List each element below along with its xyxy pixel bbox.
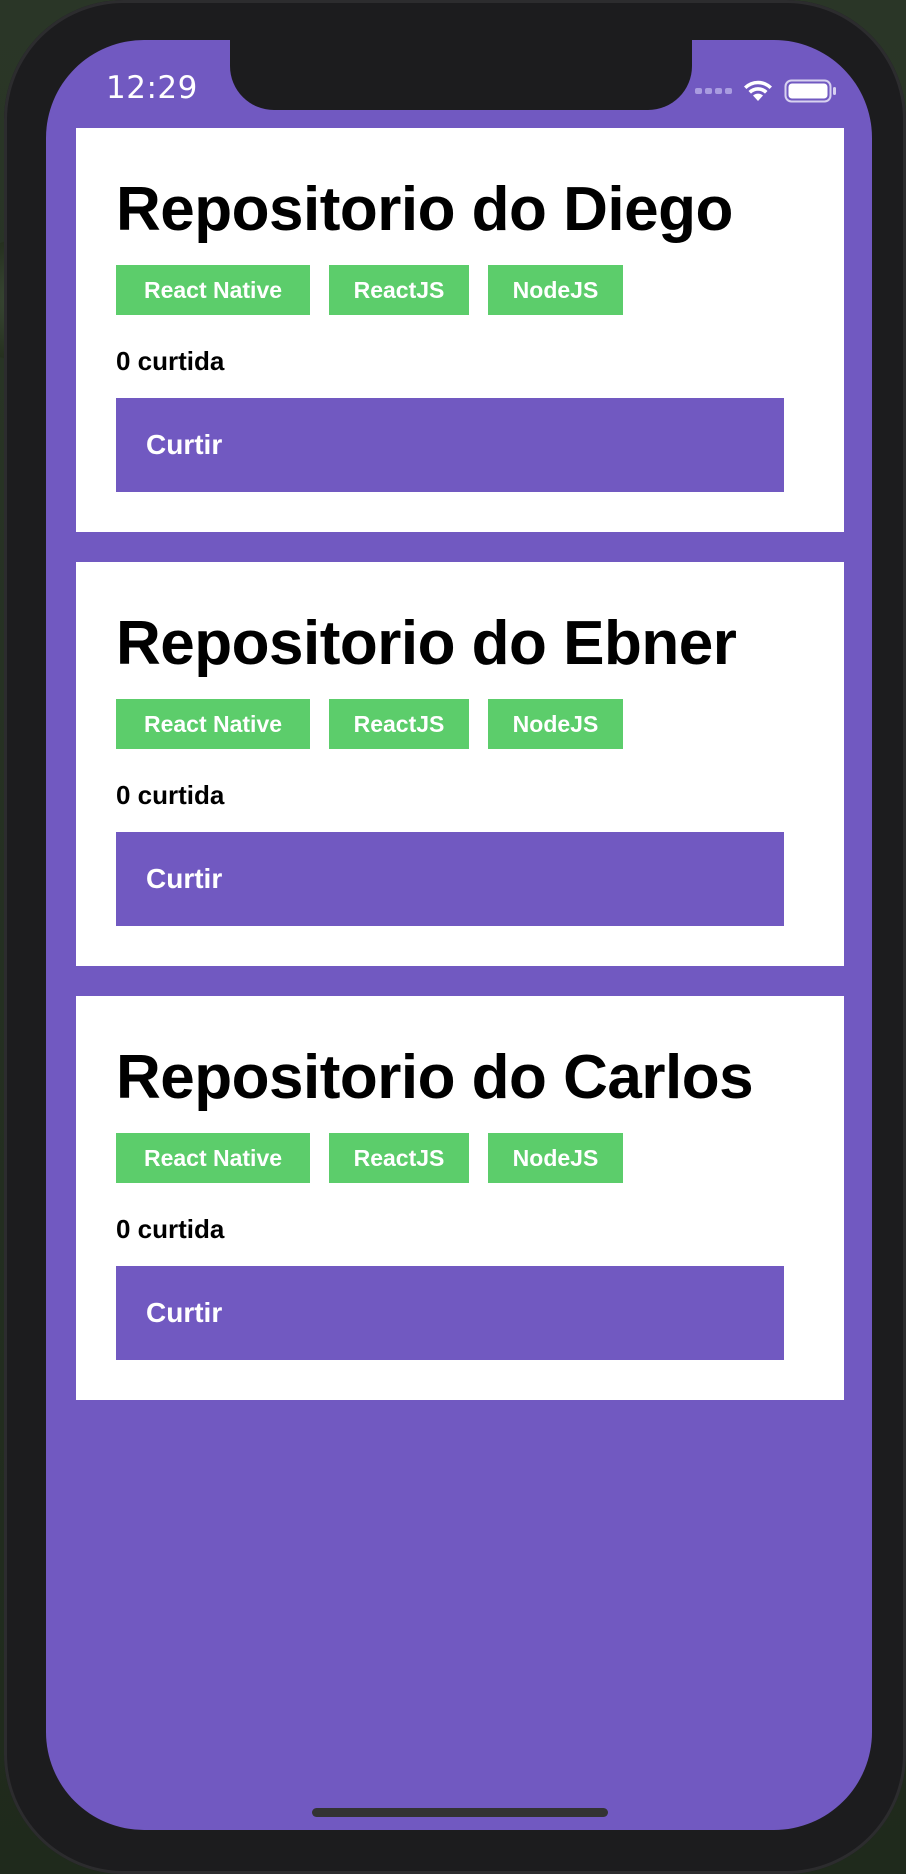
repository-card: Repositorio do Ebner React Native ReactJ… bbox=[76, 562, 844, 966]
tech-badge: ReactJS bbox=[329, 265, 469, 315]
like-button[interactable]: Curtir bbox=[116, 832, 784, 926]
like-button[interactable]: Curtir bbox=[116, 1266, 784, 1360]
tech-list: React Native ReactJS NodeJS bbox=[116, 265, 623, 315]
tech-badge: React Native bbox=[116, 699, 310, 749]
repository-title: Repositorio do Ebner bbox=[116, 609, 737, 678]
status-icons bbox=[695, 76, 838, 106]
like-button[interactable]: Curtir bbox=[116, 398, 784, 492]
phone-frame: 12:29 Repositorio do Diego React Native … bbox=[4, 0, 906, 1874]
status-time: 12:29 bbox=[106, 70, 198, 106]
repository-card: Repositorio do Diego React Native ReactJ… bbox=[76, 128, 844, 532]
tech-badge: React Native bbox=[116, 1133, 310, 1183]
home-indicator[interactable] bbox=[312, 1808, 608, 1817]
tech-badge: NodeJS bbox=[488, 1133, 623, 1183]
repository-card: Repositorio do Carlos React Native React… bbox=[76, 996, 844, 1400]
battery-icon bbox=[784, 79, 836, 103]
tech-list: React Native ReactJS NodeJS bbox=[116, 699, 623, 749]
repository-title: Repositorio do Carlos bbox=[116, 1043, 754, 1112]
tech-badge: React Native bbox=[116, 265, 310, 315]
cellular-signal-icon bbox=[695, 88, 732, 94]
likes-count: 0 curtida bbox=[116, 346, 225, 376]
likes-count: 0 curtida bbox=[116, 780, 225, 810]
repository-title: Repositorio do Diego bbox=[116, 175, 733, 244]
tech-badge: ReactJS bbox=[329, 699, 469, 749]
tech-badge: NodeJS bbox=[488, 699, 623, 749]
wifi-icon bbox=[744, 80, 772, 101]
tech-list: React Native ReactJS NodeJS bbox=[116, 1133, 623, 1183]
likes-count: 0 curtida bbox=[116, 1214, 225, 1244]
device-notch bbox=[230, 40, 692, 110]
tech-badge: NodeJS bbox=[488, 265, 623, 315]
tech-badge: ReactJS bbox=[329, 1133, 469, 1183]
app-screen: 12:29 Repositorio do Diego React Native … bbox=[46, 40, 872, 1830]
